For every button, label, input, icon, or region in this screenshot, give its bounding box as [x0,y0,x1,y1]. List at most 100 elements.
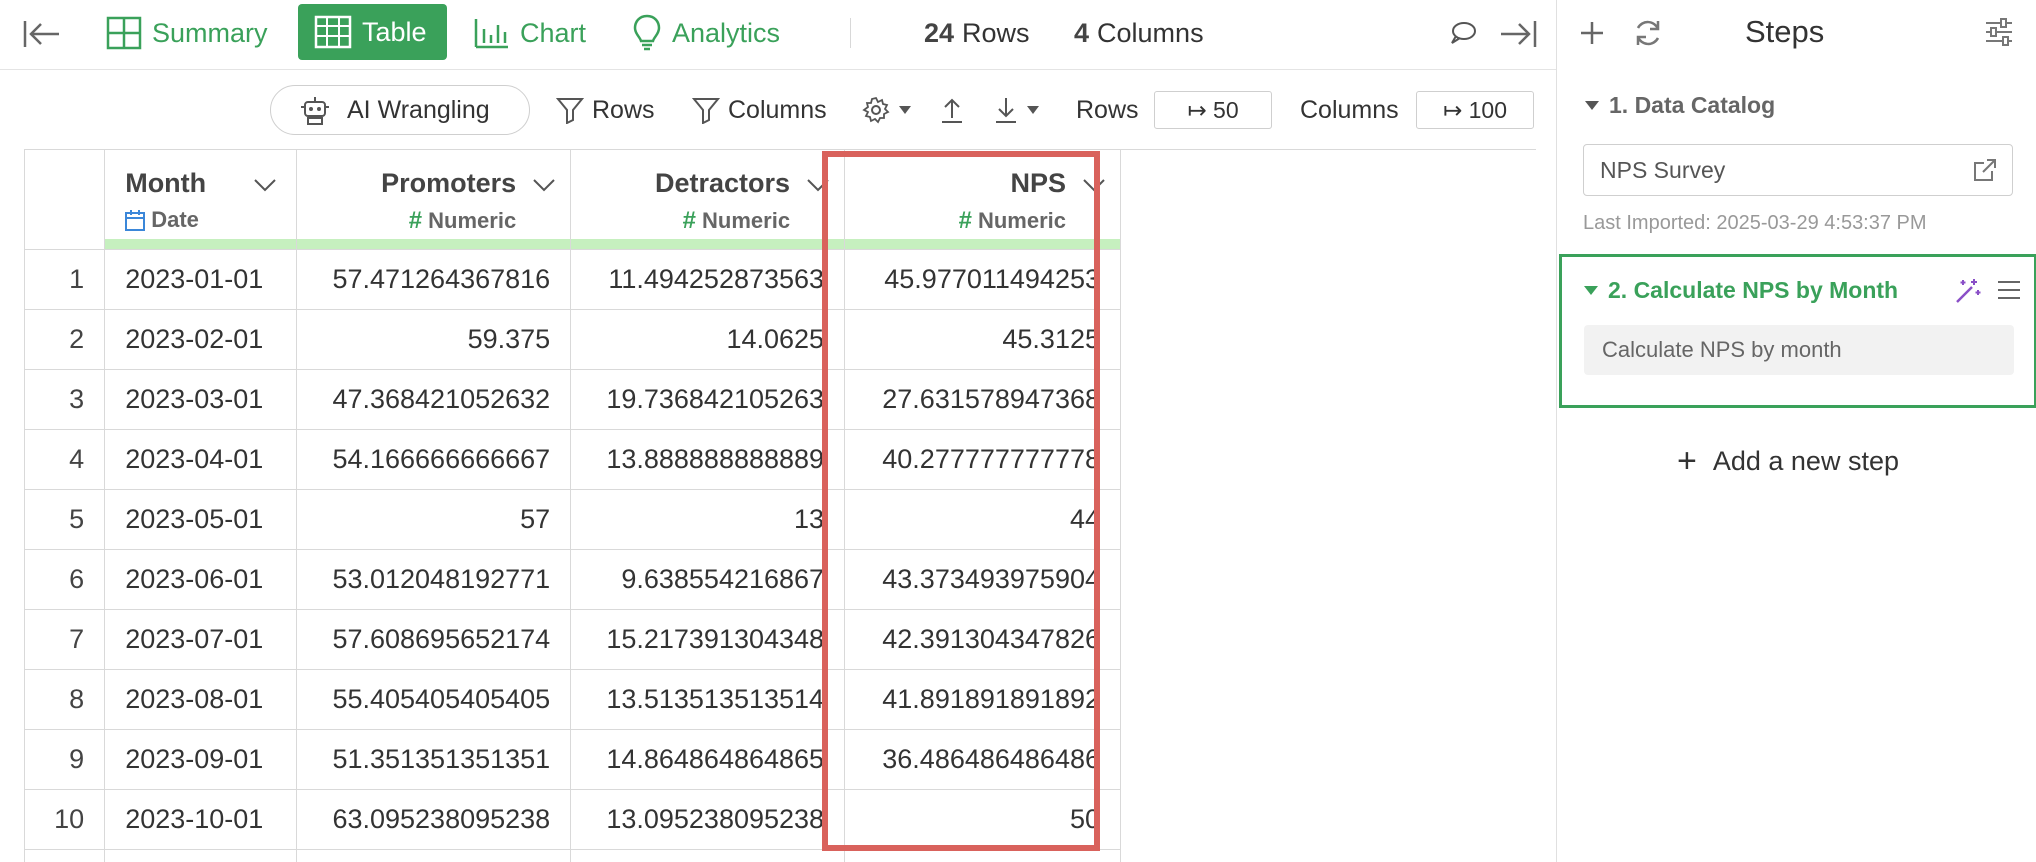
columns-filter-label: Columns [728,95,827,124]
data-table-area: Month Date Promoters # Numeric Detractor… [24,149,1536,862]
type-indicator-bar [297,238,571,249]
upload-icon[interactable] [940,85,972,135]
chart-tab[interactable]: Chart [474,0,586,66]
rows-filter-button[interactable]: Rows [556,85,655,135]
type-indicator-bar [105,238,297,249]
cell-nps[interactable]: 42.391304347826 [844,609,1121,670]
download-dropdown[interactable] [994,85,1048,135]
table-tab[interactable]: Table [298,4,447,60]
step-calculate-nps[interactable]: 2. Calculate NPS by Month Calculate NPS … [1559,254,2036,408]
table-row[interactable]: 3 2023-03-01 47.368421052632 19.73684210… [25,369,1121,430]
cell-nps[interactable]: 45.3125 [844,309,1121,370]
cell-detractors[interactable]: 19.736842105263 [570,369,846,430]
data-catalog-field[interactable]: NPS Survey [1583,144,2013,196]
sliders-icon[interactable] [1981,14,2017,50]
cell-month[interactable]: 2023-02-01 [104,309,298,370]
cell-nps[interactable]: 27.631578947368 [844,369,1121,430]
cell-month[interactable]: 2023-09-01 [104,729,298,790]
columns-limit-button[interactable]: ↦ 100 [1416,91,1534,129]
magic-wand-icon[interactable] [1954,277,1982,305]
cell-detractors[interactable]: 13.888888888889 [570,429,846,490]
column-header-detractors[interactable]: Detractors # Numeric [570,150,846,250]
steps-title: Steps [1745,14,1825,49]
rows-limit-button[interactable]: ↦ 50 [1154,91,1272,129]
cell-month[interactable]: 2023-07-01 [104,609,298,670]
summary-tab[interactable]: Summary [106,0,268,66]
column-header-nps[interactable]: NPS # Numeric [844,150,1121,250]
column-type: # Numeric [409,207,516,235]
external-link-icon[interactable] [1972,157,1998,183]
cell-promoters[interactable]: 57.608695652174 [296,609,572,670]
cell-promoters[interactable]: 51.351351351351 [296,729,572,790]
table-row[interactable]: 9 2023-09-01 51.351351351351 14.86486486… [25,729,1121,790]
ai-wrangling-button[interactable]: AI Wrangling [270,85,530,135]
cell-nps[interactable]: 45.977011494253 [844,249,1121,310]
chevron-down-icon[interactable] [253,178,277,192]
add-new-step-button[interactable]: + Add a new step [1677,444,1899,478]
table-row[interactable]: 5 2023-05-01 57 13 44 [25,489,1121,550]
cell-promoters[interactable]: 59.375 [296,309,572,370]
cell-nps[interactable]: 36.486486486486 [844,729,1121,790]
step-calculate-nps-header[interactable]: 2. Calculate NPS by Month [1584,277,1898,304]
settings-dropdown[interactable] [862,85,920,135]
table-row[interactable]: 1 2023-01-01 57.471264367816 11.49425287… [25,249,1121,310]
caret-down-icon [899,106,911,114]
refresh-icon[interactable] [1629,14,1667,52]
cell-month[interactable]: 2023-04-01 [104,429,298,490]
cell-nps[interactable]: 43.373493975904 [844,549,1121,610]
cell-promoters[interactable]: 47.368421052632 [296,369,572,430]
cell-promoters[interactable]: 57.471264367816 [296,249,572,310]
table-row[interactable]: 7 2023-07-01 57.608695652174 15.21739130… [25,609,1121,670]
cell-nps[interactable]: 44 [844,489,1121,550]
cell-month[interactable]: 2023-06-01 [104,549,298,610]
row-number: 5 [25,489,106,550]
cell-promoters[interactable]: 55.405405405405 [296,669,572,730]
columns-filter-button[interactable]: Columns [692,85,827,135]
column-header-promoters[interactable]: Promoters # Numeric [296,150,572,250]
cell-nps[interactable]: 40.277777777778 [844,429,1121,490]
cell-detractors[interactable]: 13 [570,489,846,550]
type-indicator-bar [845,238,1120,249]
cell-detractors[interactable]: 14.0625 [570,309,846,370]
chevron-down-icon[interactable] [806,178,830,192]
cell-detractors[interactable]: 14.864864864865 [570,729,846,790]
cell-month[interactable]: 2023-10-01 [104,789,298,850]
cell-detractors[interactable]: 13.513513513514 [570,669,846,730]
cell-detractors[interactable]: 13.095238095238 [570,789,846,850]
comment-icon[interactable] [1446,16,1480,50]
cell-month[interactable]: 2023-03-01 [104,369,298,430]
cell-nps[interactable]: 50 [844,789,1121,850]
table-row[interactable]: 4 2023-04-01 54.166666666667 13.88888888… [25,429,1121,490]
table-row[interactable]: 10 2023-10-01 63.095238095238 13.0952380… [25,789,1121,850]
column-header-month[interactable]: Month Date [104,150,298,250]
analytics-tab[interactable]: Analytics [632,0,780,66]
table-row[interactable]: 2 2023-02-01 59.375 14.0625 45.3125 [25,309,1121,370]
chevron-down-icon[interactable] [1082,178,1106,192]
rows-count-value: 24 [924,17,955,48]
collapse-left-icon[interactable] [22,14,62,54]
row-number: 10 [25,789,106,850]
add-icon[interactable] [1575,16,1609,50]
chevron-down-icon[interactable] [532,178,556,192]
header-row: Month Date Promoters # Numeric Detractor… [25,150,1121,250]
cell-month[interactable]: 2023-05-01 [104,489,298,550]
menu-icon[interactable] [1996,279,2022,301]
cell-promoters[interactable]: 63.095238095238 [296,789,572,850]
column-name: NPS [1010,168,1066,198]
cell-detractors[interactable]: 9.638554216867 [570,549,846,610]
cell-month[interactable]: 2023-08-01 [104,669,298,730]
cell-detractors[interactable]: 11.494252873563 [570,249,846,310]
cell-promoters[interactable]: 54.166666666667 [296,429,572,490]
cell-detractors[interactable]: 15.217391304348 [570,609,846,670]
table-row[interactable]: 6 2023-06-01 53.012048192771 9.638554216… [25,549,1121,610]
cell-month[interactable]: 2023-01-01 [104,249,298,310]
collapse-right-icon[interactable] [1498,14,1538,54]
table-row[interactable]: 8 2023-08-01 55.405405405405 13.51351351… [25,669,1121,730]
step-data-catalog-header[interactable]: 1. Data Catalog [1585,92,1775,119]
cell-nps[interactable]: 41.891891891892 [844,669,1121,730]
column-type-label: Numeric [977,208,1066,233]
step-data-catalog-title: 1. Data Catalog [1609,92,1776,118]
column-name: Promoters [381,168,517,198]
cell-promoters[interactable]: 57 [296,489,572,550]
cell-promoters[interactable]: 53.012048192771 [296,549,572,610]
